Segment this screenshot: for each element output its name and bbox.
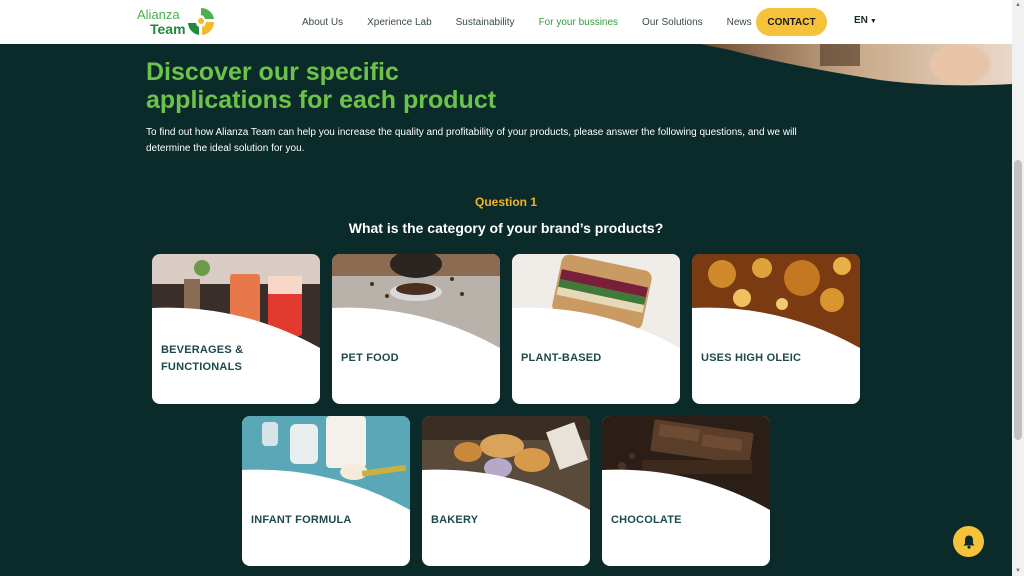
category-label-line-1: BEVERAGES & [161, 344, 244, 356]
main-nav: About Us Xperience Lab Sustainability Fo… [302, 0, 776, 44]
category-card-chocolate[interactable]: CHOCOLATE [602, 416, 770, 566]
nav-our-solutions[interactable]: Our Solutions [642, 17, 703, 28]
category-card-high-oleic[interactable]: USES HIGH OLEIC [692, 254, 860, 404]
category-label: USES HIGH OLEIC [701, 352, 802, 364]
category-label: CHOCOLATE [611, 514, 682, 526]
category-label: INFANT FORMULA [251, 514, 352, 526]
category-label: BEVERAGES & FUNCTIONALS [161, 342, 243, 376]
hero-photo-corner [700, 44, 1012, 86]
caret-down-icon: ▼ [869, 18, 877, 25]
category-label: PLANT-BASED [521, 352, 602, 364]
headline-line-1: Discover our specific [146, 58, 399, 86]
nav-for-your-business[interactable]: For your bussines [539, 17, 618, 28]
nav-about-us[interactable]: About Us [302, 17, 343, 28]
language-label: EN [854, 15, 868, 26]
category-card-infant-formula[interactable]: INFANT FORMULA [242, 416, 410, 566]
page-scrollbar[interactable]: ▲ ▼ [1012, 0, 1024, 576]
scrollbar-thumb[interactable] [1014, 160, 1022, 440]
logo-swirl-icon [188, 7, 215, 35]
scroll-down-arrow-icon[interactable]: ▼ [1015, 568, 1021, 574]
scroll-up-arrow-icon[interactable]: ▲ [1015, 2, 1021, 8]
category-label-line-2: FUNCTIONALS [161, 361, 243, 373]
category-label: PET FOOD [341, 352, 399, 364]
site-header: Alianza Team About Us Xperience Lab Sust… [0, 0, 1012, 44]
category-card-beverages[interactable]: BEVERAGES & FUNCTIONALS [152, 254, 320, 404]
nav-sustainability[interactable]: Sustainability [456, 17, 515, 28]
logo-text-team: Team [150, 21, 186, 37]
category-card-bakery[interactable]: BAKERY [422, 416, 590, 566]
category-card-pet-food[interactable]: PET FOOD [332, 254, 500, 404]
nav-news[interactable]: News [727, 17, 752, 28]
alianza-team-logo[interactable]: Alianza Team [137, 5, 222, 39]
category-card-plant-based[interactable]: PLANT-BASED [512, 254, 680, 404]
page-headline: Discover our specific applications for e… [146, 58, 666, 114]
notification-bell-button[interactable] [953, 526, 984, 557]
contact-button[interactable]: CONTACT [756, 8, 827, 36]
bell-icon [963, 535, 974, 549]
logo-text-alianza: Alianza [137, 7, 180, 22]
headline-line-2: applications for each product [146, 86, 497, 114]
language-selector[interactable]: EN ▼ [854, 15, 877, 26]
question-number: Question 1 [474, 195, 537, 209]
question-text: What is the category of your brand’s pro… [348, 220, 664, 236]
category-label: BAKERY [431, 514, 479, 526]
nav-xperience-lab[interactable]: Xperience Lab [367, 17, 432, 28]
intro-paragraph: To find out how Alianza Team can help yo… [146, 127, 797, 154]
